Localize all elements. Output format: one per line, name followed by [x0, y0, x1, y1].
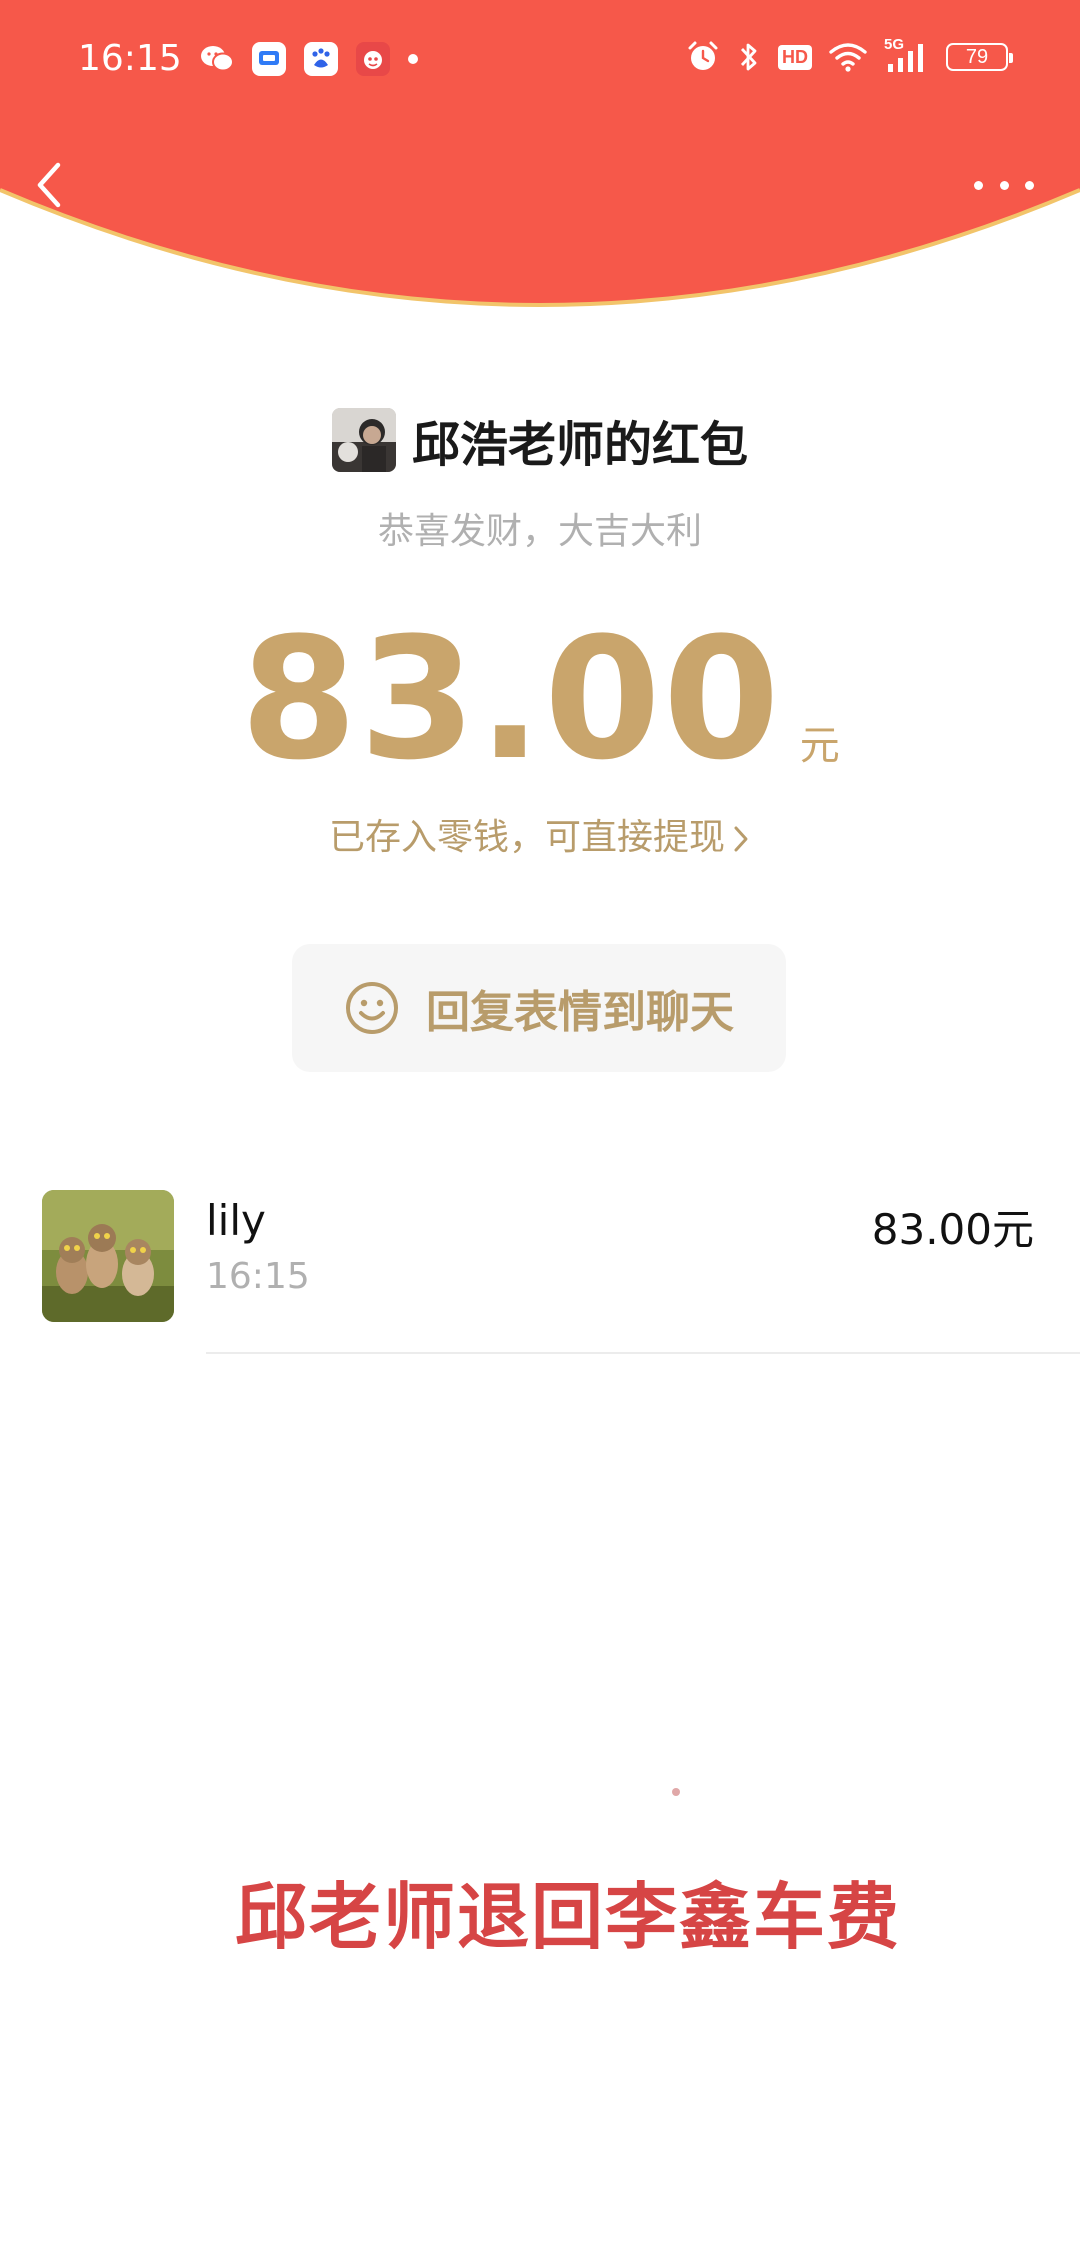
- deposit-text: 已存入零钱，可直接提现: [328, 817, 725, 858]
- receiver-amount: 83.00元: [871, 1205, 1034, 1254]
- list-divider: [206, 1352, 1080, 1354]
- status-time: 16:15: [78, 38, 182, 79]
- chevron-right-icon: [734, 826, 748, 852]
- amount-value: 83.00: [240, 601, 782, 797]
- decorative-dot: [672, 1788, 680, 1796]
- alarm-icon: [688, 41, 718, 70]
- status-app-icons: [200, 42, 418, 76]
- receiver-time: 16:15: [206, 1256, 310, 1297]
- overlay-caption: 邱老师退回李鑫车费: [234, 1875, 901, 1959]
- status-bar: 16:15 HD 5G 79: [0, 0, 1080, 120]
- reply-label: 回复表情到聊天: [426, 987, 734, 1038]
- more-dot: [999, 180, 1009, 190]
- bluetooth-icon: [740, 43, 757, 71]
- reply-sticker-button[interactable]: 回复表情到聊天: [292, 944, 786, 1072]
- red-packet-title: 邱浩老师的红包: [411, 417, 748, 473]
- hd-icon: HD: [778, 44, 812, 70]
- message-app-icon: [252, 42, 286, 76]
- more-dot: [1025, 180, 1034, 190]
- cartoon-app-icon: [356, 42, 390, 76]
- receiver-avatar[interactable]: [42, 1190, 174, 1322]
- baidu-icon: [304, 42, 338, 76]
- wifi-icon: [829, 43, 867, 72]
- chevron-left-icon: [37, 162, 61, 208]
- greeting-text: 恭喜发财，大吉大利: [377, 511, 702, 552]
- receiver-list-item[interactable]: lily 16:15 83.00元: [0, 1190, 1080, 1352]
- wechat-icon: [200, 42, 234, 76]
- notification-dot: [408, 54, 418, 64]
- deposit-link[interactable]: 已存入零钱，可直接提现: [0, 808, 1080, 860]
- amount-unit: 元: [799, 723, 840, 769]
- status-system-icons: HD 5G 79: [686, 36, 1013, 74]
- battery-indicator: 79: [946, 43, 1013, 71]
- 5g-signal-icon: 5G: [884, 36, 930, 74]
- back-button[interactable]: [30, 160, 70, 210]
- more-button[interactable]: [974, 170, 1034, 200]
- receiver-name: lily: [206, 1196, 266, 1245]
- amount-display: 83.00 元: [0, 615, 1080, 783]
- sender-row: 邱浩老师的红包: [0, 405, 1080, 475]
- red-packet-detail-screen: 16:15 HD 5G 79 邱浩老师的红包 恭喜发财，大吉大利 83.00 元…: [0, 0, 1080, 2244]
- more-dot: [974, 180, 983, 190]
- sender-avatar[interactable]: [331, 408, 396, 472]
- smiley-icon: [346, 982, 398, 1034]
